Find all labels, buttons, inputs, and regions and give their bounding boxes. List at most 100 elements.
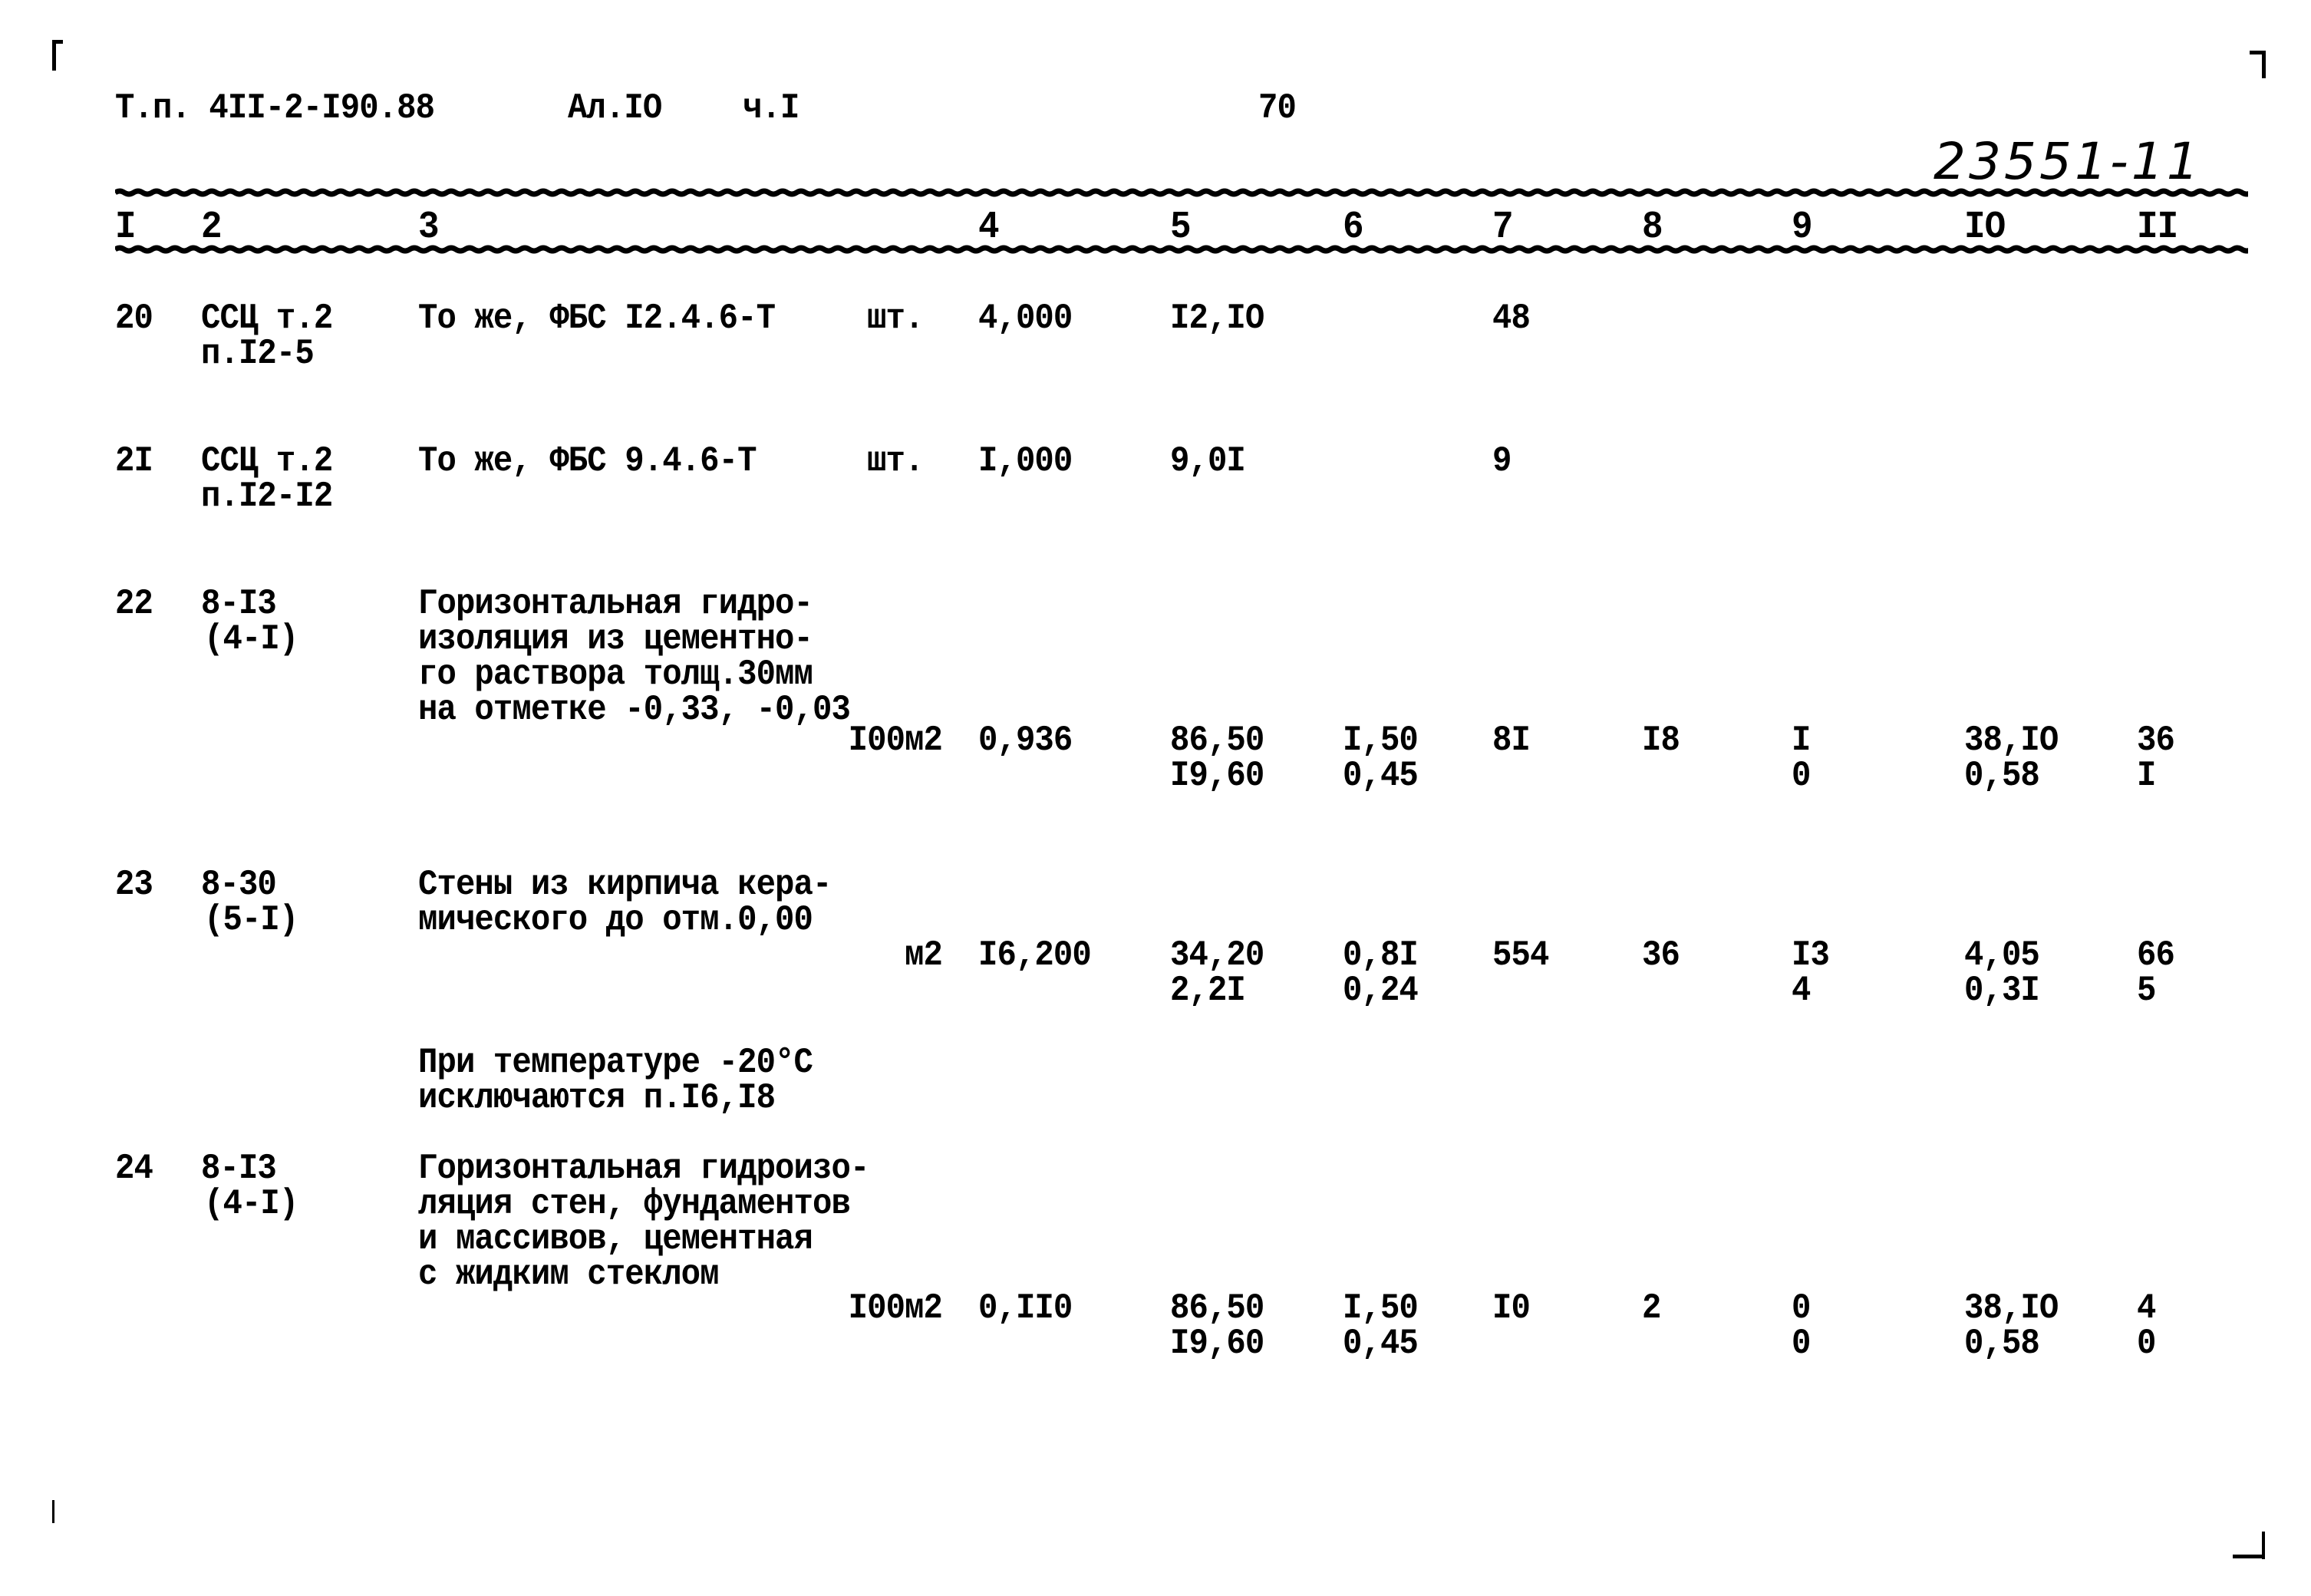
unit: I00м2 [848, 1288, 943, 1328]
col-11-value: I [2137, 756, 2156, 796]
column-header-8: 8 [1642, 206, 1663, 249]
work-description: Горизонтальная гидро- [418, 584, 813, 624]
col-6-value: 0,45 [1343, 1324, 1419, 1364]
corner-mark-top-right [2262, 51, 2266, 78]
work-description: То же, ФБС I2.4.6-Т [418, 298, 776, 338]
unit: м2 [905, 935, 943, 975]
col-8-value: 2 [1642, 1288, 1661, 1328]
column-header-5: 5 [1170, 206, 1192, 249]
col-10-value: 4,05 [1964, 935, 2040, 975]
unit: шт. [867, 441, 924, 481]
norm-code: 8-30 [201, 865, 277, 905]
col-6-value: 0,24 [1343, 971, 1419, 1011]
corner-mark-bottom-left [52, 1500, 54, 1523]
column-header-9: 9 [1792, 206, 1813, 249]
col-10-value: 38,IO [1964, 1288, 2059, 1328]
col-5-value: I9,60 [1170, 1324, 1264, 1364]
column-header-2: 2 [201, 206, 223, 249]
quantity: I6,200 [978, 935, 1092, 975]
col-9-value: I [1792, 721, 1811, 760]
col-7-value: 48 [1492, 298, 1531, 338]
col-11-value: 0 [2137, 1324, 2156, 1364]
col-7-value: 8I [1492, 721, 1531, 760]
work-description: и массивов, цементная [418, 1219, 813, 1259]
norm-code: (5-I) [204, 900, 298, 940]
part-number: ч.I [743, 88, 799, 128]
col-11-value: 66 [2137, 935, 2175, 975]
col-5-value: 86,50 [1170, 1288, 1264, 1328]
col-11-value: 4 [2137, 1288, 2156, 1328]
page-number: 70 [1258, 88, 1297, 128]
col-5-value: I2,IO [1170, 298, 1264, 338]
col-6-value: 0,8I [1343, 935, 1419, 975]
row-number: 22 [115, 584, 153, 624]
col-9-value: 4 [1792, 971, 1811, 1011]
work-description: с жидким стеклом [418, 1255, 720, 1294]
col-9-value: 0 [1792, 1288, 1811, 1328]
work-description: ляция стен, фундаментов [418, 1184, 851, 1224]
norm-code: п.I2-I2 [201, 476, 333, 516]
col-6-value: I,50 [1343, 1288, 1419, 1328]
quantity: 0,II0 [978, 1288, 1073, 1328]
row-note: исключаются п.I6,I8 [418, 1078, 776, 1118]
col-9-value: 0 [1792, 1324, 1811, 1364]
col-5-value: I9,60 [1170, 756, 1264, 796]
column-header-6: 6 [1343, 206, 1364, 249]
col-10-value: 0,58 [1964, 756, 2040, 796]
row-number: 20 [115, 298, 153, 338]
col-6-value: 0,45 [1343, 756, 1419, 796]
col-10-value: 0,58 [1964, 1324, 2040, 1364]
quantity: 0,936 [978, 721, 1073, 760]
corner-mark-top-left [52, 40, 56, 71]
col-10-value: 38,IO [1964, 721, 2059, 760]
norm-code: п.I2-5 [201, 334, 315, 374]
quantity: I,000 [978, 441, 1073, 481]
work-description: мического до отм.0,00 [418, 900, 813, 940]
unit: шт. [867, 298, 924, 338]
col-11-value: 5 [2137, 971, 2156, 1011]
column-header-3: 3 [418, 206, 440, 249]
column-header-11: II [2137, 206, 2178, 249]
album-number: Ал.IO [568, 88, 662, 128]
col-7-value: 554 [1492, 935, 1549, 975]
col-7-value: I0 [1492, 1288, 1531, 1328]
norm-code: 8-I3 [201, 584, 277, 624]
unit: I00м2 [848, 721, 943, 760]
work-description: изоляция из цементно- [418, 619, 813, 659]
row-number: 24 [115, 1149, 153, 1189]
row-number: 23 [115, 865, 153, 905]
corner-mark-top-left-h [52, 40, 63, 44]
col-9-value: 0 [1792, 756, 1811, 796]
row-note: При температуре -20°C [418, 1043, 813, 1083]
norm-code: (4-I) [204, 619, 298, 659]
col-5-value: 9,0I [1170, 441, 1246, 481]
corner-mark-top-right-h [2250, 51, 2265, 54]
col-8-value: 36 [1642, 935, 1680, 975]
norm-code: ССЦ т.2 [201, 298, 333, 338]
column-header-10: IO [1964, 206, 2006, 249]
column-header-1: I [115, 206, 137, 249]
col-8-value: I8 [1642, 721, 1680, 760]
norm-code: 8-I3 [201, 1149, 277, 1189]
col-6-value: I,50 [1343, 721, 1419, 760]
work-description: Стены из кирпича кера- [418, 865, 832, 905]
row-number: 2I [115, 441, 153, 481]
col-5-value: 34,20 [1170, 935, 1264, 975]
corner-mark-bottom-right-h [2233, 1555, 2263, 1558]
col-11-value: 36 [2137, 721, 2175, 760]
col-5-value: 2,2I [1170, 971, 1246, 1011]
norm-code: ССЦ т.2 [201, 441, 333, 481]
col-10-value: 0,3I [1964, 971, 2040, 1011]
column-header-4: 4 [978, 206, 1000, 249]
header-top-rule [115, 188, 2248, 197]
col-5-value: 86,50 [1170, 721, 1264, 760]
norm-code: (4-I) [204, 1184, 298, 1224]
handwritten-stamp: 23551-11 [1934, 132, 2202, 191]
column-header-7: 7 [1492, 206, 1514, 249]
work-description: Горизонтальная гидроизо- [418, 1149, 869, 1189]
document-code: Т.п. 4II-2-I90.88 [115, 88, 435, 128]
quantity: 4,000 [978, 298, 1073, 338]
work-description: го раствора толщ.30мм [418, 655, 813, 694]
col-9-value: I3 [1792, 935, 1830, 975]
work-description: То же, ФБС 9.4.6-Т [418, 441, 757, 481]
